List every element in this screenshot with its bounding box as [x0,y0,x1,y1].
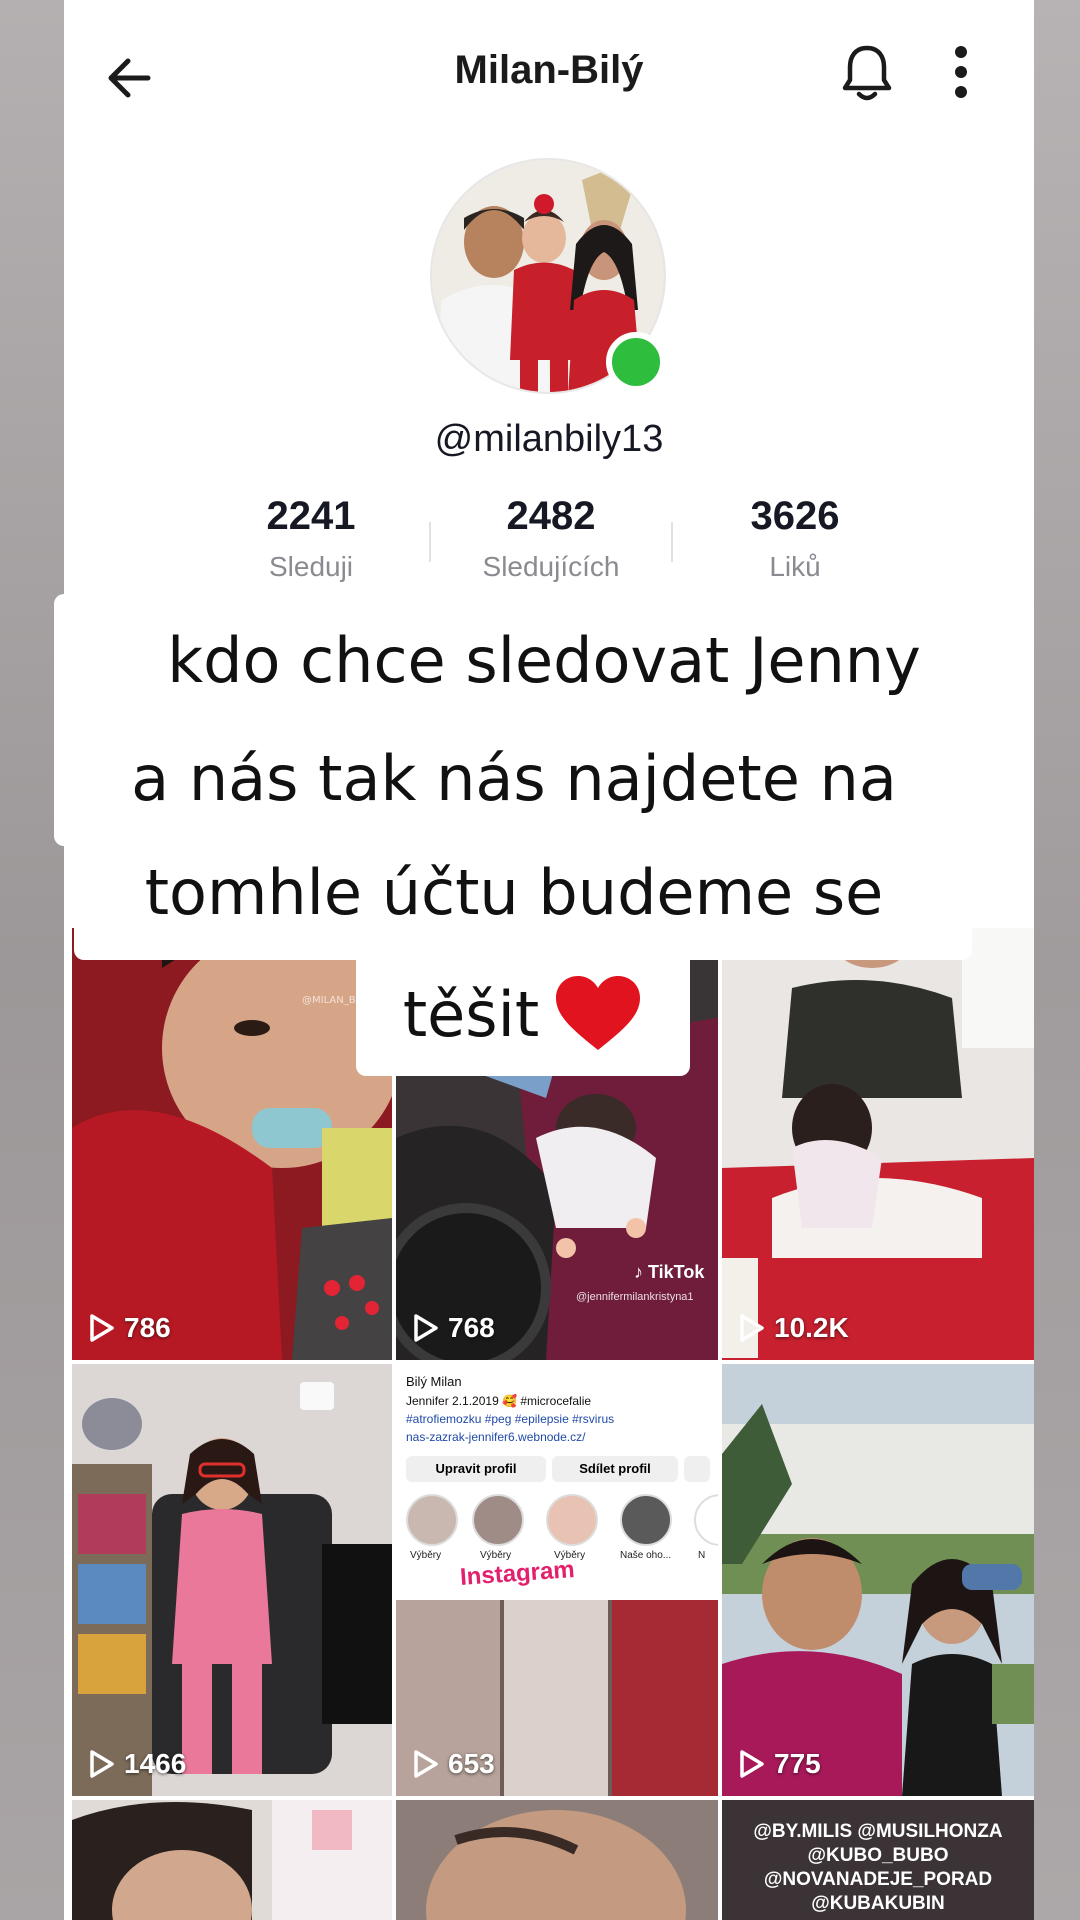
video-grid: @MILAN_BIL 786 ♪ TikTok @jennifermilankr… [72,928,1034,1920]
caption-line: kdo chce sledovat Jenny [167,624,921,697]
instagram-sticker: Instagram [459,1556,576,1591]
video-tile[interactable] [396,1800,718,1920]
inner-highlight [546,1494,598,1546]
video-thumbnail [72,1800,392,1920]
inner-bio-line: Jennifer 2.1.2019 🥰 #microcefalie [406,1394,592,1408]
caption-line: tomhle účtu budeme se [144,856,884,929]
tiktok-watermark: ♪ TikTok [634,1262,705,1282]
video-thumbnail: @MILAN_BIL [72,928,392,1360]
view-count: 1466 [88,1748,186,1780]
view-count-value: 1466 [124,1748,187,1779]
video-thumbnail [72,1364,392,1796]
play-icon [414,1314,438,1342]
heart-icon [553,974,643,1064]
inner-highlight-label: Naše oho... [620,1550,672,1561]
notifications-button[interactable] [834,40,900,106]
inner-highlight-label: Výběry [480,1550,512,1561]
inner-share-profile-button: Sdílet profil [552,1456,678,1482]
view-count: 775 [738,1748,821,1780]
video-tile[interactable]: @BY.MILIS @MUSILHONZA @KUBO_BUBO @NOVANA… [722,1800,1034,1920]
inner-add-person-button [684,1456,710,1482]
mention-line: @KUBAKUBIN [811,1893,945,1914]
stat-followers-value: 2482 [506,494,596,538]
username: @milanbily13 [434,418,664,460]
view-count: 768 [412,1312,495,1344]
view-count-value: 10.2K [774,1312,849,1343]
caption-last-line: těšit [356,974,690,1064]
more-vertical-icon [955,46,967,98]
video-thumbnail [722,928,1034,1360]
mention-line: @BY.MILIS @MUSILHONZA [753,1821,1003,1842]
video-tile[interactable]: 10.2K [722,928,1034,1360]
view-count-value: 768 [448,1312,495,1343]
inner-highlight-label: N [698,1550,706,1561]
view-count: 653 [412,1748,495,1780]
background-left [0,0,64,1920]
caption-line: a nás tak nás najdete na [131,742,897,815]
mentions-text: @BY.MILIS @MUSILHONZA @KUBO_BUBO @NOVANA… [722,1820,1034,1916]
stat-following-value: 2241 [266,494,356,538]
svg-text:@jennifermilankristyna1: @jennifermilankristyna1 [576,1291,694,1303]
video-tile[interactable]: 1466 [72,1364,392,1796]
stat-divider [671,522,673,562]
stat-following-label: Sleduji [268,551,354,582]
video-thumbnail [722,1364,1034,1796]
view-count-value: 653 [448,1748,495,1779]
online-status-dot [606,332,666,392]
caption-line: těšit [402,978,540,1052]
play-icon [740,1750,764,1778]
video-tile[interactable] [72,1800,392,1920]
play-icon [90,1750,114,1778]
inner-bio-line: #atrofiemozku #peg #epilepsie #rsvirus [406,1412,615,1426]
view-count-value: 786 [124,1312,171,1343]
mention-line: @KUBO_BUBO [807,1845,949,1866]
view-count: 10.2K [738,1312,849,1344]
stat-likes-label: Liků [769,551,821,582]
inner-highlight [472,1494,524,1546]
inner-profile-name: Bilý Milan [406,1374,462,1389]
more-options-button[interactable] [944,44,978,104]
play-icon [90,1314,114,1342]
stat-following[interactable]: 2241 Sleduji [191,494,431,583]
stat-followers-label: Sledujících [482,551,620,582]
background-right [1034,0,1080,1920]
stat-followers[interactable]: 2482 Sledujících [431,494,671,583]
stat-likes[interactable]: 3626 Liků [675,494,915,583]
inner-edit-profile-button: Upravit profil [406,1456,546,1482]
mention-line: @NOVANADEJE_PORAD [763,1869,993,1890]
video-thumbnail [396,1800,718,1920]
inner-bio-link: nas-zazrak-jennifer6.webnode.cz/ [406,1430,586,1444]
play-icon [740,1314,764,1342]
view-count: 786 [88,1312,171,1344]
video-tile[interactable]: @MILAN_BIL 786 [72,928,392,1360]
inner-highlight [406,1494,458,1546]
inner-highlight [620,1494,672,1546]
view-count-value: 775 [774,1748,821,1779]
play-icon [414,1750,438,1778]
stat-likes-value: 3626 [750,494,840,538]
bell-icon [842,45,892,101]
inner-highlight [694,1494,718,1546]
inner-highlight-label: Výběry [410,1550,442,1561]
profile-header: Milan-Bilý [64,0,1034,150]
image-icon [300,1382,334,1410]
video-tile[interactable]: Bilý Milan Jennifer 2.1.2019 🥰 #microcef… [396,1364,718,1796]
video-tile[interactable]: 775 [722,1364,1034,1796]
